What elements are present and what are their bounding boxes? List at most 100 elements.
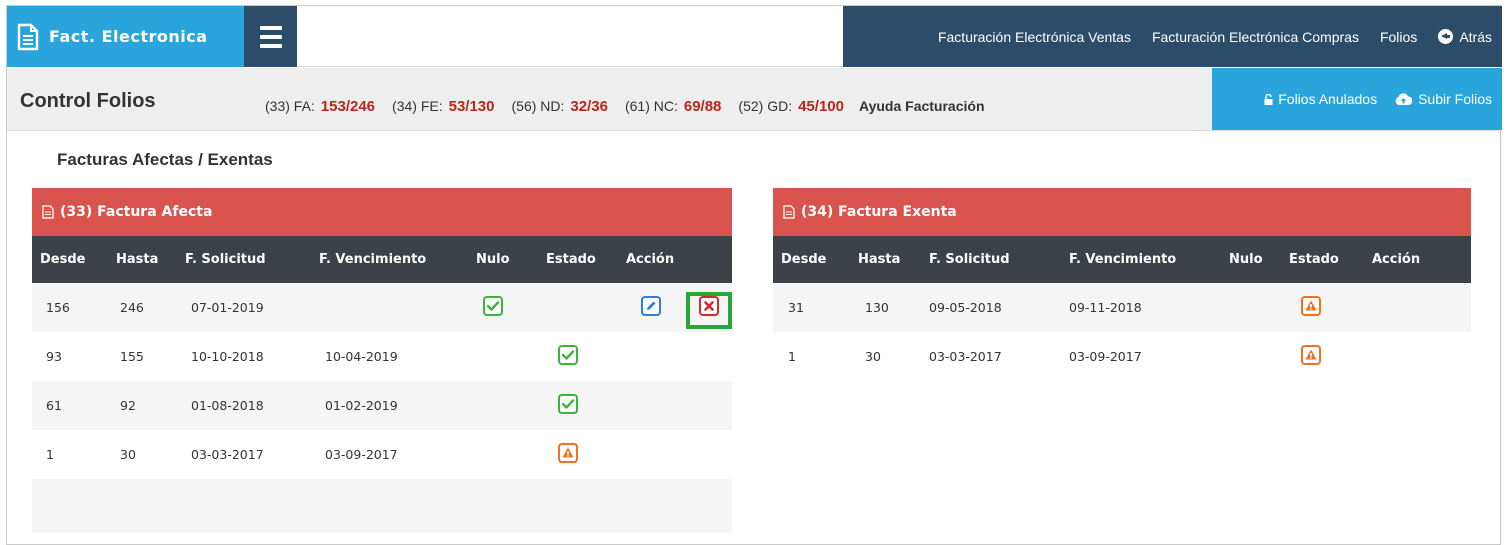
- cell-solicitud: 07-01-2019: [191, 300, 264, 315]
- factura-afecta-header: (33) Factura Afecta: [32, 188, 732, 236]
- cell-hasta: 30: [120, 447, 136, 462]
- subir-folios-button[interactable]: Subir Folios: [1395, 91, 1492, 107]
- check-icon: [558, 394, 578, 414]
- table-row: 1 30 03-03-2017 03-09-2017: [32, 430, 732, 479]
- nav-back-link[interactable]: Atrás: [1438, 29, 1492, 45]
- col-accion: Acción: [1372, 252, 1421, 267]
- cell-vencimiento: 01-02-2019: [325, 398, 398, 413]
- col-solicitud: F. Solicitud: [929, 252, 1010, 267]
- table-row: 156 246 07-01-2019: [32, 283, 732, 332]
- table-row: 1 30 03-03-2017 03-09-2017: [773, 332, 1471, 381]
- folios-anulados-button[interactable]: Folios Anulados: [1264, 91, 1377, 107]
- cell-solicitud: 10-10-2018: [191, 349, 264, 364]
- counter-gd-value: 45/100: [798, 98, 844, 115]
- unlock-icon: [1264, 93, 1273, 105]
- factura-exenta-rows: 31 130 09-05-2018 09-11-2018 1 30 03-03-…: [773, 283, 1471, 381]
- table-empty-area: [32, 479, 732, 533]
- cell-hasta: 155: [120, 349, 144, 364]
- col-estado: Estado: [546, 252, 596, 267]
- col-solicitud: F. Solicitud: [185, 252, 266, 267]
- table-row: 61 92 01-08-2018 01-02-2019: [32, 381, 732, 430]
- factura-afecta-panel: (33) Factura Afecta Desde Hasta F. Solic…: [32, 188, 732, 533]
- col-nulo: Nulo: [1229, 252, 1263, 267]
- counter-nd-value: 32/36: [570, 98, 608, 115]
- table-row: 31 130 09-05-2018 09-11-2018: [773, 283, 1471, 332]
- control-bar: Control Folios (33) FA: 153/246 (34) FE:…: [7, 68, 1502, 131]
- arrow-left-circle-icon: [1438, 29, 1454, 44]
- page-title: Control Folios: [20, 90, 156, 112]
- cell-vencimiento: 03-09-2017: [325, 447, 398, 462]
- col-vencimiento: F. Vencimiento: [319, 252, 427, 267]
- cell-vencimiento: 03-09-2017: [1069, 349, 1142, 364]
- table-header: Desde Hasta F. Solicitud F. Vencimiento …: [32, 236, 732, 283]
- cell-vencimiento: 10-04-2019: [325, 349, 398, 364]
- col-desde: Desde: [781, 252, 827, 267]
- cloud-upload-icon: [1395, 93, 1413, 105]
- top-bar: Fact. Electronica Facturación Electrónic…: [7, 6, 1502, 67]
- counter-fe-label: (34) FE:: [392, 98, 443, 114]
- warning-icon: [1301, 345, 1321, 365]
- counter-nd-label: (56) ND:: [511, 98, 565, 114]
- delete-highlight-box: [686, 292, 732, 329]
- cell-solicitud: 03-03-2017: [191, 447, 264, 462]
- file-text-icon: [42, 205, 54, 219]
- cell-vencimiento: 09-11-2018: [1069, 300, 1142, 315]
- cell-hasta: 30: [865, 349, 881, 364]
- col-hasta: Hasta: [116, 252, 159, 267]
- col-vencimiento: F. Vencimiento: [1069, 252, 1177, 267]
- nav-ventas-link[interactable]: Facturación Electrónica Ventas: [938, 29, 1131, 45]
- cell-hasta: 92: [120, 398, 136, 413]
- col-hasta: Hasta: [858, 252, 901, 267]
- document-icon: [17, 23, 39, 50]
- cell-hasta: 246: [120, 300, 144, 315]
- counter-nc-value: 69/88: [683, 98, 722, 115]
- folio-actions: Folios Anulados Subir Folios: [1212, 68, 1502, 130]
- app-frame: Fact. Electronica Facturación Electrónic…: [6, 5, 1502, 545]
- folio-counters: (33) FA: 153/246 (34) FE: 53/130 (56) ND…: [265, 98, 985, 115]
- warning-icon: [1301, 296, 1321, 316]
- factura-afecta-title: (33) Factura Afecta: [60, 204, 213, 220]
- check-icon: [483, 296, 503, 316]
- col-desde: Desde: [40, 252, 86, 267]
- factura-exenta-header: (34) Factura Exenta: [773, 188, 1471, 236]
- col-estado: Estado: [1289, 252, 1339, 267]
- factura-afecta-rows: 156 246 07-01-2019 93 155 10-10-2018 10-…: [32, 283, 732, 479]
- counter-fa-label: (33) FA:: [265, 98, 315, 114]
- top-nav: Facturación Electrónica Ventas Facturaci…: [843, 6, 1502, 67]
- cell-solicitud: 03-03-2017: [929, 349, 1002, 364]
- factura-exenta-title: (34) Factura Exenta: [801, 204, 957, 220]
- folios-anulados-label: Folios Anulados: [1278, 91, 1378, 107]
- check-icon: [558, 345, 578, 365]
- col-nulo: Nulo: [476, 252, 510, 267]
- hamburger-icon: [259, 25, 282, 30]
- counter-fe-value: 53/130: [448, 98, 495, 115]
- nav-folios-link[interactable]: Folios: [1380, 29, 1417, 45]
- brand-title: Fact. Electronica: [49, 27, 208, 46]
- cell-solicitud: 01-08-2018: [191, 398, 264, 413]
- edit-icon[interactable]: [641, 296, 661, 316]
- counter-fa-value: 153/246: [320, 98, 376, 115]
- cell-desde: 61: [46, 398, 62, 413]
- table-header: Desde Hasta F. Solicitud F. Vencimiento …: [773, 236, 1471, 283]
- cell-desde: 93: [46, 349, 62, 364]
- cell-desde: 156: [46, 300, 70, 315]
- section-title: Facturas Afectas / Exentas: [57, 150, 273, 169]
- cell-desde: 1: [46, 447, 54, 462]
- file-text-icon: [783, 205, 795, 219]
- cell-desde: 31: [788, 300, 804, 315]
- nav-back-label: Atrás: [1459, 28, 1492, 45]
- help-link[interactable]: Ayuda Facturación: [859, 98, 985, 114]
- col-accion: Acción: [626, 252, 675, 267]
- table-row: 93 155 10-10-2018 10-04-2019: [32, 332, 732, 381]
- cell-hasta: 130: [865, 300, 889, 315]
- warning-icon: [558, 443, 578, 463]
- subir-folios-label: Subir Folios: [1418, 91, 1492, 107]
- nav-compras-link[interactable]: Facturación Electrónica Compras: [1152, 29, 1359, 45]
- counter-nc-label: (61) NC:: [624, 98, 678, 114]
- menu-toggle-button[interactable]: [244, 6, 297, 67]
- counter-gd-label: (52) GD:: [738, 98, 793, 114]
- cell-solicitud: 09-05-2018: [929, 300, 1002, 315]
- cell-desde: 1: [788, 349, 796, 364]
- factura-exenta-panel: (34) Factura Exenta Desde Hasta F. Solic…: [773, 188, 1471, 365]
- brand[interactable]: Fact. Electronica: [7, 6, 244, 67]
